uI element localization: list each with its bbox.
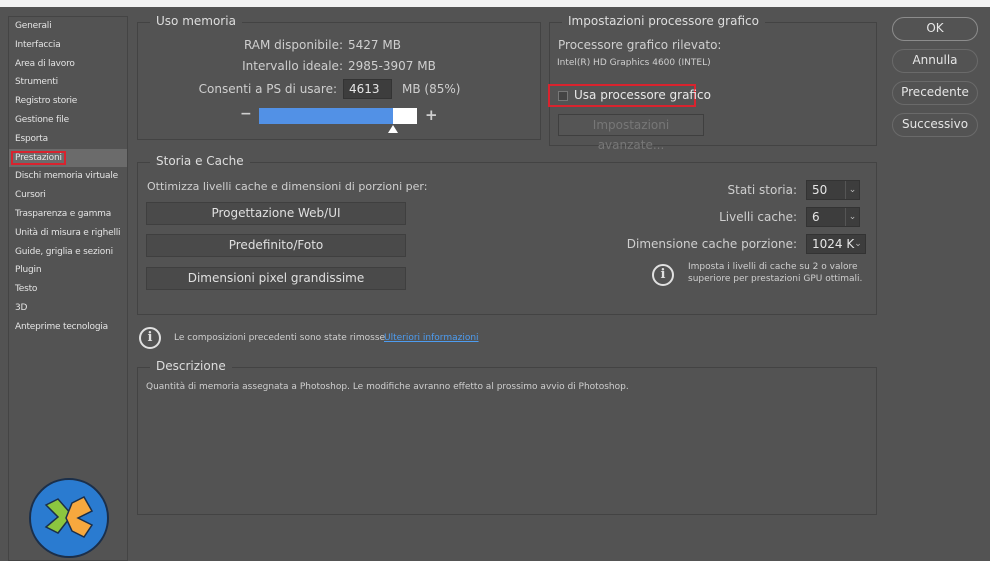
sidebar-item[interactable]: Generali: [9, 17, 127, 35]
preset-default-photo-button[interactable]: Predefinito/Foto: [146, 234, 406, 257]
previous-button[interactable]: Precedente: [892, 81, 978, 105]
sidebar-item[interactable]: Dischi memoria virtuale: [9, 167, 127, 185]
sidebar-item[interactable]: Testo: [9, 280, 127, 298]
optimize-label: Ottimizza livelli cache e dimensioni di …: [147, 180, 428, 193]
history-states-label: Stati storia:: [727, 183, 798, 197]
sidebar-item-label: Area di lavoro: [15, 58, 75, 69]
cache-levels-select[interactable]: 6 ⌄: [806, 207, 860, 227]
memory-slider-thumb[interactable]: [388, 125, 399, 133]
sidebar-item-label: Gestione file: [15, 115, 69, 125]
chevron-down-icon: ⌄: [854, 239, 862, 249]
memory-slider-fill: [259, 108, 394, 124]
tile-size-label: Dimensione cache porzione:: [626, 237, 797, 251]
chevron-down-icon: ⌄: [845, 181, 859, 199]
memory-amount-input[interactable]: 4613: [343, 79, 392, 99]
cancel-button[interactable]: Annulla: [892, 49, 978, 73]
ram-value: 5427 MB: [348, 38, 401, 52]
sidebar-item[interactable]: Registro storie: [9, 92, 127, 110]
cache-hint-line1: Imposta i livelli di cache su 2 o valore: [688, 262, 858, 272]
sidebar-item[interactable]: Area di lavoro: [9, 55, 127, 73]
cache-levels-label: Livelli cache:: [719, 210, 797, 224]
sidebar-item-label: Registro storie: [15, 96, 78, 107]
info-icon: i: [139, 327, 161, 349]
sidebar-item-label: Esporta: [15, 133, 48, 144]
sidebar-item[interactable]: 3D: [9, 299, 127, 317]
gpu-detected-value: Intel(R) HD Graphics 4600 (INTEL): [557, 58, 711, 68]
next-button[interactable]: Successivo: [892, 113, 978, 137]
preset-huge-pixel-button[interactable]: Dimensioni pixel grandissime: [146, 267, 406, 290]
sidebar-item-label: Plugin: [15, 265, 42, 276]
sidebar-item-label: Cursori: [15, 190, 46, 201]
sidebar-item-label: Dischi memoria virtuale: [15, 171, 119, 182]
description-title: Descrizione: [150, 359, 232, 373]
sidebar-item[interactable]: Gestione file: [9, 111, 127, 129]
sidebar-item-label: Trasparenza e gamma: [15, 209, 112, 219]
sidebar-item[interactable]: Prestazioni: [9, 148, 127, 167]
sidebar-item-label: Strumenti: [15, 77, 58, 88]
gpu-detected-label: Processore grafico rilevato:: [558, 38, 722, 52]
memory-title: Uso memoria: [150, 14, 242, 28]
more-info-link[interactable]: Ulteriori informazioni: [384, 333, 479, 343]
preset-web-ui-button[interactable]: Progettazione Web/UI: [146, 202, 406, 225]
history-states-value: 50: [812, 183, 828, 197]
memory-slider[interactable]: [259, 108, 417, 133]
cache-hint-line2: superiore per prestazioni GPU ottimali.: [688, 274, 863, 284]
sidebar-item-label: Unità di misura e righelli: [15, 227, 121, 238]
decrease-memory-button[interactable]: −: [240, 106, 252, 122]
info-icon: i: [652, 264, 674, 286]
sidebar-item[interactable]: Guide, griglia e sezioni: [9, 243, 127, 261]
app-logo: [29, 478, 109, 558]
sidebar-item-label: Guide, griglia e sezioni: [15, 246, 113, 257]
memory-unit: MB (85%): [402, 82, 461, 96]
sidebar-item[interactable]: Plugin: [9, 261, 127, 279]
cache-levels-value: 6: [812, 210, 820, 224]
sidebar-item-label: Prestazioni: [11, 150, 66, 165]
sidebar-item[interactable]: Trasparenza e gamma: [9, 205, 127, 223]
tile-size-select[interactable]: 1024 K ⌄: [806, 234, 866, 254]
sidebar-item[interactable]: Anteprime tecnologia: [9, 318, 127, 336]
chevron-down-icon: ⌄: [845, 208, 859, 226]
use-gpu-checkbox-row[interactable]: Usa processore grafico: [548, 84, 711, 107]
ram-label: RAM disponibile:: [243, 38, 343, 52]
sidebar-item[interactable]: Esporta: [9, 130, 127, 148]
ideal-value: 2985-3907 MB: [348, 59, 436, 73]
notice-text: Le composizioni precedenti sono state ri…: [174, 333, 386, 343]
sidebar-item[interactable]: Unità di misura e righelli: [9, 224, 127, 242]
tile-size-value: 1024 K: [812, 237, 855, 251]
history-states-select[interactable]: 50 ⌄: [806, 180, 860, 200]
sidebar-item-label: Generali: [15, 21, 52, 31]
increase-memory-button[interactable]: +: [425, 106, 438, 124]
sidebar-item[interactable]: Interfaccia: [9, 36, 127, 54]
sidebar-item[interactable]: Cursori: [9, 186, 127, 204]
cache-title: Storia e Cache: [150, 154, 250, 168]
sidebar-item-label: Testo: [15, 284, 38, 295]
sidebar-item-label: 3D: [15, 303, 28, 313]
ideal-label: Intervallo ideale:: [242, 59, 343, 73]
allow-label: Consenti a PS di usare:: [198, 82, 337, 96]
sidebar-item[interactable]: Strumenti: [9, 73, 127, 91]
sidebar-item-label: Anteprime tecnologia: [15, 321, 108, 332]
use-gpu-checkbox[interactable]: [558, 91, 568, 101]
sidebar-item-label: Interfaccia: [15, 39, 61, 50]
gpu-title: Impostazioni processore grafico: [562, 14, 765, 28]
window-top-bar: [0, 0, 990, 7]
use-gpu-label: Usa processore grafico: [574, 88, 711, 102]
advanced-settings-button[interactable]: Impostazioni avanzate...: [558, 114, 704, 152]
ok-button[interactable]: OK: [892, 17, 978, 41]
description-text: Quantità di memoria assegnata a Photosho…: [146, 382, 629, 392]
